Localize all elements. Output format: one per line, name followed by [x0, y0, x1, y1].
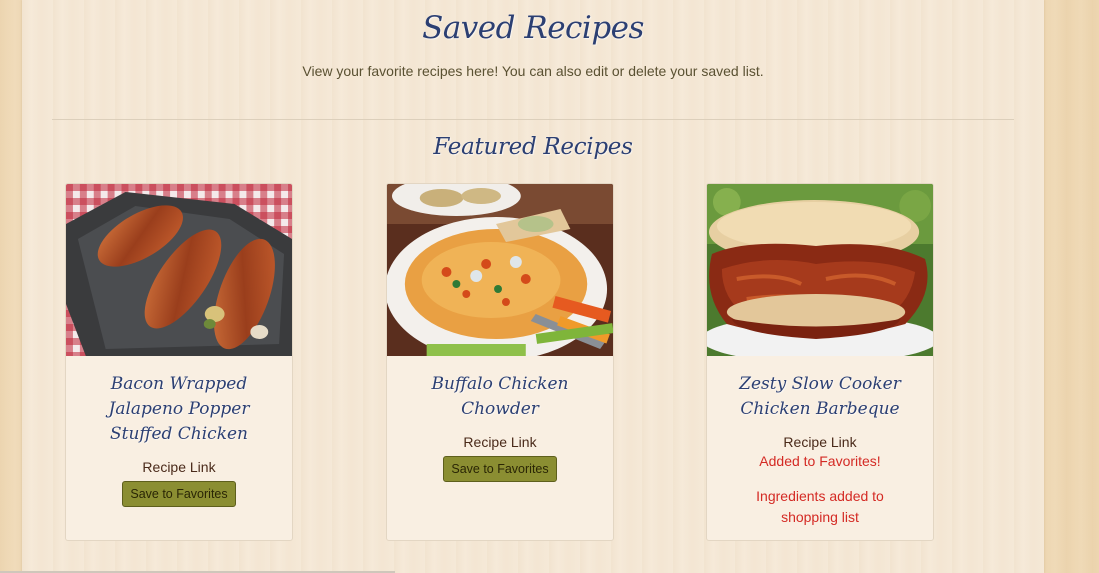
page-container: Saved Recipes View your favorite recipes…	[22, 0, 1044, 573]
recipe-card: Buffalo Chicken Chowder Recipe Link Save…	[386, 183, 614, 541]
recipe-card: Bacon Wrapped Jalapeno Popper Stuffed Ch…	[65, 183, 293, 541]
bacon-wrapped-chicken-photo[interactable]	[66, 184, 292, 356]
ingredients-added-status: Ingredients added to shopping list	[756, 488, 884, 525]
recipe-title: Bacon Wrapped Jalapeno Popper Stuffed Ch…	[108, 374, 250, 444]
page-subtitle: View your favorite recipes here! You can…	[302, 63, 764, 79]
recipe-title: Zesty Slow Cooker Chicken Barbeque	[739, 374, 901, 419]
recipe-link[interactable]: Recipe Link	[66, 459, 292, 475]
save-to-favorites-button[interactable]: Save to Favorites	[122, 481, 236, 507]
added-to-favorites-status: Added to Favorites!	[759, 453, 881, 469]
bbq-sandwich-photo[interactable]	[707, 184, 933, 356]
recipe-title: Buffalo Chicken Chowder	[431, 374, 569, 419]
featured-title: Featured Recipes	[433, 134, 633, 160]
save-to-favorites-button[interactable]: Save to Favorites	[443, 456, 557, 482]
recipe-link[interactable]: Recipe Link	[387, 434, 613, 450]
buffalo-chowder-photo[interactable]	[387, 184, 613, 356]
recipe-card: Zesty Slow Cooker Chicken Barbeque Recip…	[706, 183, 934, 541]
divider	[52, 119, 1014, 120]
recipe-link[interactable]: Recipe Link	[707, 434, 933, 450]
page-title: Saved Recipes	[422, 10, 644, 46]
